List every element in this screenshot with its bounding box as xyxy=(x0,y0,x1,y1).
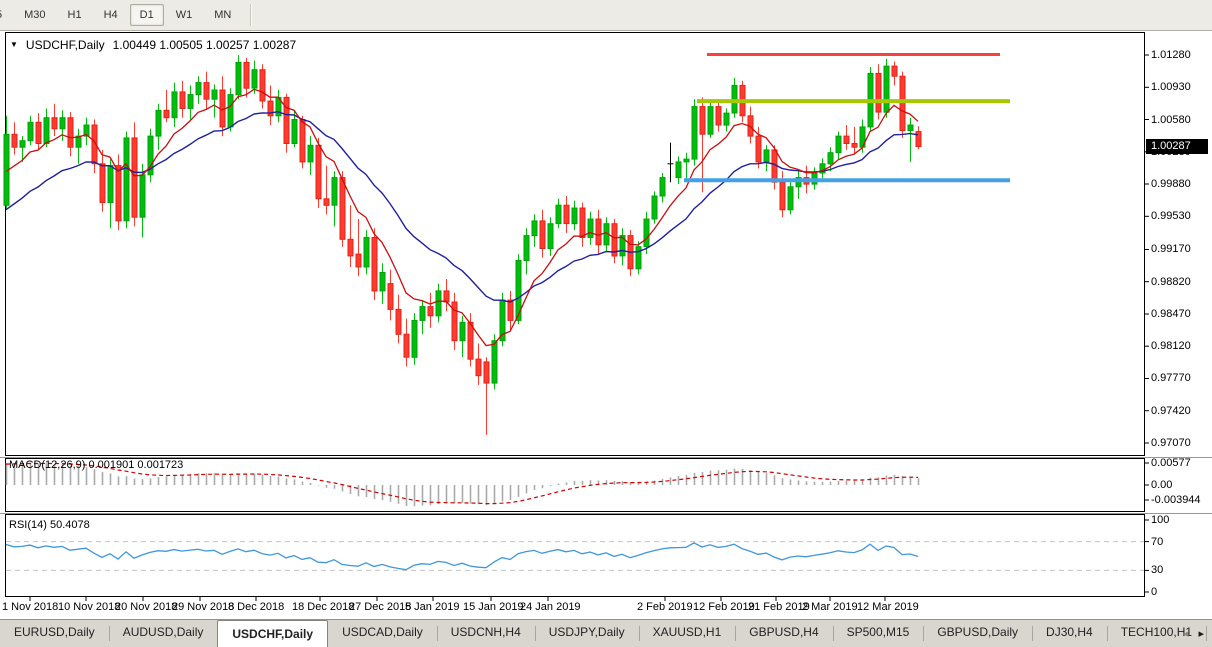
current-price-tag: 1.00287 xyxy=(1146,139,1208,154)
candle xyxy=(884,59,889,118)
date-axis-label: 20 Nov 2018 xyxy=(115,601,177,613)
timeframe-button-H4[interactable]: H4 xyxy=(94,4,128,26)
candle xyxy=(372,228,377,300)
chart-tab-USDCHF-Daily[interactable]: USDCHF,Daily xyxy=(217,620,328,647)
chart-tab-GBPUSD-Daily[interactable]: GBPUSD,Daily xyxy=(923,620,1032,647)
timeframe-button-H1[interactable]: H1 xyxy=(58,4,92,26)
chart-tab-USDCAD-Daily[interactable]: USDCAD,Daily xyxy=(328,620,437,647)
price-axis-label: 1.01280 xyxy=(1151,49,1191,61)
rsi-axis-label: 70 xyxy=(1151,536,1163,548)
scroll-left-icon[interactable]: ◂ xyxy=(1183,627,1189,640)
price-axis-label: 0.97420 xyxy=(1151,405,1191,417)
rsi-axis-label: 0 xyxy=(1151,586,1157,598)
macd-indicator-label: MACD(12,26,9) 0.001901 0.001723 xyxy=(9,459,183,471)
date-axis-label: 10 Nov 2018 xyxy=(58,601,120,613)
chart-title: ▼ USDCHF,Daily 1.00449 1.00505 1.00257 1… xyxy=(10,38,296,52)
date-axis-label: 15 Jan 2019 xyxy=(463,601,524,613)
macd-axis-label: 0.00577 xyxy=(1151,457,1191,469)
chart-tab-SP500-M15[interactable]: SP500,M15 xyxy=(833,620,924,647)
chart-tab-bar: EURUSD,DailyAUDUSD,DailyUSDCHF,DailyUSDC… xyxy=(0,619,1212,647)
chart-tab-DJ30-H4[interactable]: DJ30,H4 xyxy=(1032,620,1107,647)
date-axis-label: 24 Jan 2019 xyxy=(520,601,581,613)
date-axis-label: 18 Dec 2018 xyxy=(292,601,354,613)
timeframe-toolbar: 5M30H1H4D1W1MN xyxy=(0,0,1212,31)
chart-canvas xyxy=(0,0,1212,646)
rsi-axis-label: 30 xyxy=(1151,564,1163,576)
date-axis-label: 29 Nov 2018 xyxy=(172,601,234,613)
tabs-host: EURUSD,DailyAUDUSD,DailyUSDCHF,DailyUSDC… xyxy=(0,620,1212,647)
rsi-panel xyxy=(6,515,1145,597)
chart-tab-XAUUSD-H1[interactable]: XAUUSD,H1 xyxy=(639,620,736,647)
symbol-label: USDCHF,Daily xyxy=(26,38,105,52)
tab-scroll-arrows: ◂ ▸ xyxy=(1179,620,1208,647)
price-axis-label: 0.98120 xyxy=(1151,340,1191,352)
candle xyxy=(628,230,633,276)
chart-tab-USDCNH-H4[interactable]: USDCNH,H4 xyxy=(437,620,535,647)
price-axis-label: 0.99880 xyxy=(1151,178,1191,190)
date-axis-label: 21 Feb 2019 xyxy=(748,601,810,613)
date-axis-label: 12 Feb 2019 xyxy=(693,601,755,613)
date-axis-label: 8 Dec 2018 xyxy=(228,601,284,613)
candle xyxy=(284,94,289,153)
timeframe-button-M30[interactable]: M30 xyxy=(14,4,55,26)
chart-tab-EURUSD-Daily[interactable]: EURUSD,Daily xyxy=(0,620,109,647)
timeframe-button-D1[interactable]: D1 xyxy=(130,4,164,26)
chart-tab-USDJPY-Daily[interactable]: USDJPY,Daily xyxy=(535,620,639,647)
candle xyxy=(316,138,321,208)
candle xyxy=(652,191,657,223)
date-axis-label: 12 Mar 2019 xyxy=(857,601,919,613)
date-axis-label: 5 Jan 2019 xyxy=(405,601,459,613)
chart-tab-GBPUSD-H4[interactable]: GBPUSD,H4 xyxy=(735,620,832,647)
candle xyxy=(412,313,417,365)
toolbar-separator xyxy=(250,4,252,26)
chevron-down-icon[interactable]: ▼ xyxy=(10,41,18,49)
ohlc-values: 1.00449 1.00505 1.00257 1.00287 xyxy=(113,38,297,52)
candle xyxy=(124,132,129,229)
candle xyxy=(692,99,697,165)
price-axis-label: 0.99530 xyxy=(1151,210,1191,222)
macd-axis-label: 0.00 xyxy=(1151,479,1172,491)
timeframe-button-MN[interactable]: MN xyxy=(204,4,241,26)
date-axis-label: 27 Dec 2018 xyxy=(349,601,411,613)
price-axis-label: 0.97070 xyxy=(1151,437,1191,449)
price-axis-label: 0.98820 xyxy=(1151,276,1191,288)
candle xyxy=(116,155,121,231)
candle xyxy=(708,101,713,138)
candle xyxy=(900,72,905,138)
price-axis-label: 0.98470 xyxy=(1151,308,1191,320)
rsi-axis-label: 100 xyxy=(1151,514,1169,526)
price-axis-label: 1.00580 xyxy=(1151,114,1191,126)
date-axis-label: 2 Feb 2019 xyxy=(637,601,693,613)
price-axis-label: 0.97770 xyxy=(1151,372,1191,384)
price-axis-label: 0.99170 xyxy=(1151,243,1191,255)
chart-tab-AUDUSD-Daily[interactable]: AUDUSD,Daily xyxy=(109,620,218,647)
scroll-right-icon[interactable]: ▸ xyxy=(1198,627,1204,640)
date-axis-label: 2 Mar 2019 xyxy=(802,601,858,613)
timeframe-button-W1[interactable]: W1 xyxy=(166,4,203,26)
rsi-indicator-label: RSI(14) 50.4078 xyxy=(9,519,90,531)
date-axis-label: 1 Nov 2018 xyxy=(2,601,58,613)
macd-axis-label: -0.003944 xyxy=(1151,494,1201,506)
candle xyxy=(148,129,153,183)
timeframe-button-5[interactable]: 5 xyxy=(0,4,12,26)
price-axis-label: 1.00930 xyxy=(1151,81,1191,93)
mt4-window: { "toolbar": { "timeframes": ["5", "M30"… xyxy=(0,0,1212,646)
